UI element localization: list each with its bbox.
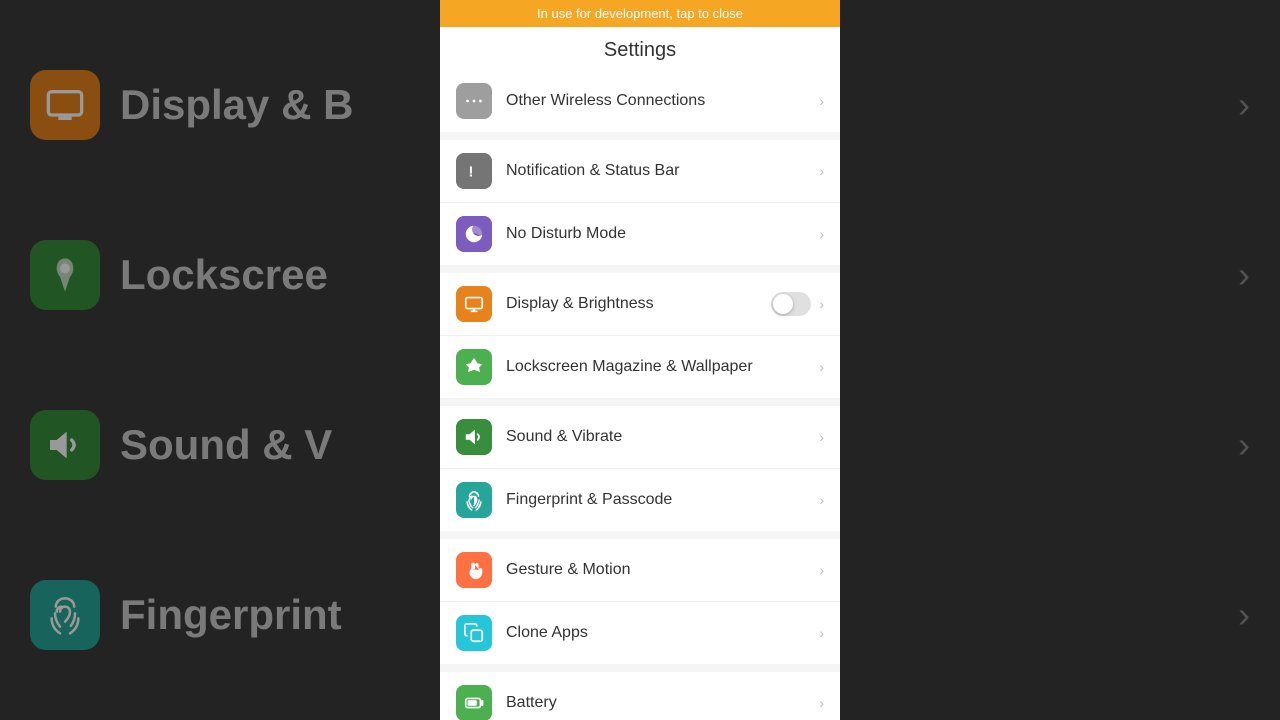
settings-panel: In use for development, tap to close Set…	[440, 0, 840, 720]
label-sound-vibrate: Sound & Vibrate	[506, 428, 819, 446]
label-lockscreen-wallpaper: Lockscreen Magazine & Wallpaper	[506, 358, 819, 376]
chevron-display: ›	[819, 296, 824, 312]
item-sound-vibrate[interactable]: Sound & Vibrate ›	[440, 406, 840, 469]
chevron-notification: ›	[819, 163, 824, 179]
icon-other-wireless	[456, 83, 492, 119]
item-display-brightness[interactable]: Display & Brightness ›	[440, 273, 840, 336]
item-no-disturb[interactable]: No Disturb Mode ›	[440, 203, 840, 265]
bg-text-sound: Sound & V	[120, 421, 332, 469]
icon-gesture-motion	[456, 552, 492, 588]
section-battery: Battery › Privacy permissions ›	[440, 672, 840, 720]
item-lockscreen-wallpaper[interactable]: Lockscreen Magazine & Wallpaper ›	[440, 336, 840, 398]
svg-text:!: !	[469, 165, 474, 181]
section-sound: Sound & Vibrate ›	[440, 406, 840, 531]
label-other-wireless: Other Wireless Connections	[506, 92, 819, 110]
bg-icon-display	[30, 70, 100, 140]
bg-chevron-3: ›	[1238, 424, 1250, 466]
chevron-sound: ›	[819, 429, 824, 445]
bg-text-lockscreen: Lockscree	[120, 251, 328, 299]
settings-title: Settings	[440, 27, 840, 70]
bg-chevron-2: ›	[1238, 254, 1250, 296]
icon-display-brightness	[456, 286, 492, 322]
icon-no-disturb	[456, 216, 492, 252]
label-notification-status-bar: Notification & Status Bar	[506, 162, 819, 180]
bg-text-fingerprint: Fingerprint	[120, 591, 342, 639]
icon-clone-apps	[456, 615, 492, 651]
chevron-clone: ›	[819, 625, 824, 641]
icon-fingerprint-passcode	[456, 482, 492, 518]
item-other-wireless[interactable]: Other Wireless Connections ›	[440, 70, 840, 132]
bg-icon-lockscreen	[30, 240, 100, 310]
section-display: Display & Brightness › Lockscreen Magazi…	[440, 273, 840, 398]
bg-text-display: Display & B	[120, 81, 353, 129]
label-battery: Battery	[506, 694, 819, 712]
chevron-gesture: ›	[819, 562, 824, 578]
background-right: › › › ›	[840, 0, 1280, 720]
bg-icon-fingerprint	[30, 580, 100, 650]
item-gesture-motion[interactable]: Gesture & Motion ›	[440, 539, 840, 602]
chevron-fingerprint: ›	[819, 492, 824, 508]
label-clone-apps: Clone Apps	[506, 624, 819, 642]
label-fingerprint-passcode: Fingerprint & Passcode	[506, 491, 819, 509]
chevron-no-disturb: ›	[819, 226, 824, 242]
item-clone-apps[interactable]: Clone Apps ›	[440, 602, 840, 664]
section-notification: ! Notification & Status Bar › No Disturb…	[440, 140, 840, 265]
icon-lockscreen-wallpaper	[456, 349, 492, 385]
background-left: Display & B Lockscree Sound & V	[0, 0, 440, 720]
bg-icon-sound	[30, 410, 100, 480]
chevron-lockscreen: ›	[819, 359, 824, 375]
bg-chevron-4: ›	[1238, 594, 1250, 636]
toggle-knob-display	[773, 294, 793, 314]
bg-chevron-1: ›	[1238, 84, 1250, 126]
chevron-battery: ›	[819, 695, 824, 711]
bg-item-sound: Sound & V	[30, 410, 410, 480]
label-no-disturb: No Disturb Mode	[506, 225, 819, 243]
label-display-brightness: Display & Brightness	[506, 295, 771, 313]
section-gesture: Gesture & Motion › Clone Apps ›	[440, 539, 840, 664]
dev-banner[interactable]: In use for development, tap to close	[440, 0, 840, 27]
settings-list: Other Wireless Connections › ! Notificat…	[440, 70, 840, 720]
bg-item-display: Display & B	[30, 70, 410, 140]
icon-sound-vibrate	[456, 419, 492, 455]
icon-notification-status-bar: !	[456, 153, 492, 189]
bg-item-lockscreen: Lockscree	[30, 240, 410, 310]
toggle-display-brightness[interactable]	[771, 292, 811, 316]
icon-battery	[456, 685, 492, 720]
item-notification-status-bar[interactable]: ! Notification & Status Bar ›	[440, 140, 840, 203]
item-battery[interactable]: Battery ›	[440, 672, 840, 720]
section-wireless: Other Wireless Connections ›	[440, 70, 840, 132]
label-gesture-motion: Gesture & Motion	[506, 561, 819, 579]
chevron-other-wireless: ›	[819, 93, 824, 109]
item-fingerprint-passcode[interactable]: Fingerprint & Passcode ›	[440, 469, 840, 531]
bg-item-fingerprint: Fingerprint	[30, 580, 410, 650]
